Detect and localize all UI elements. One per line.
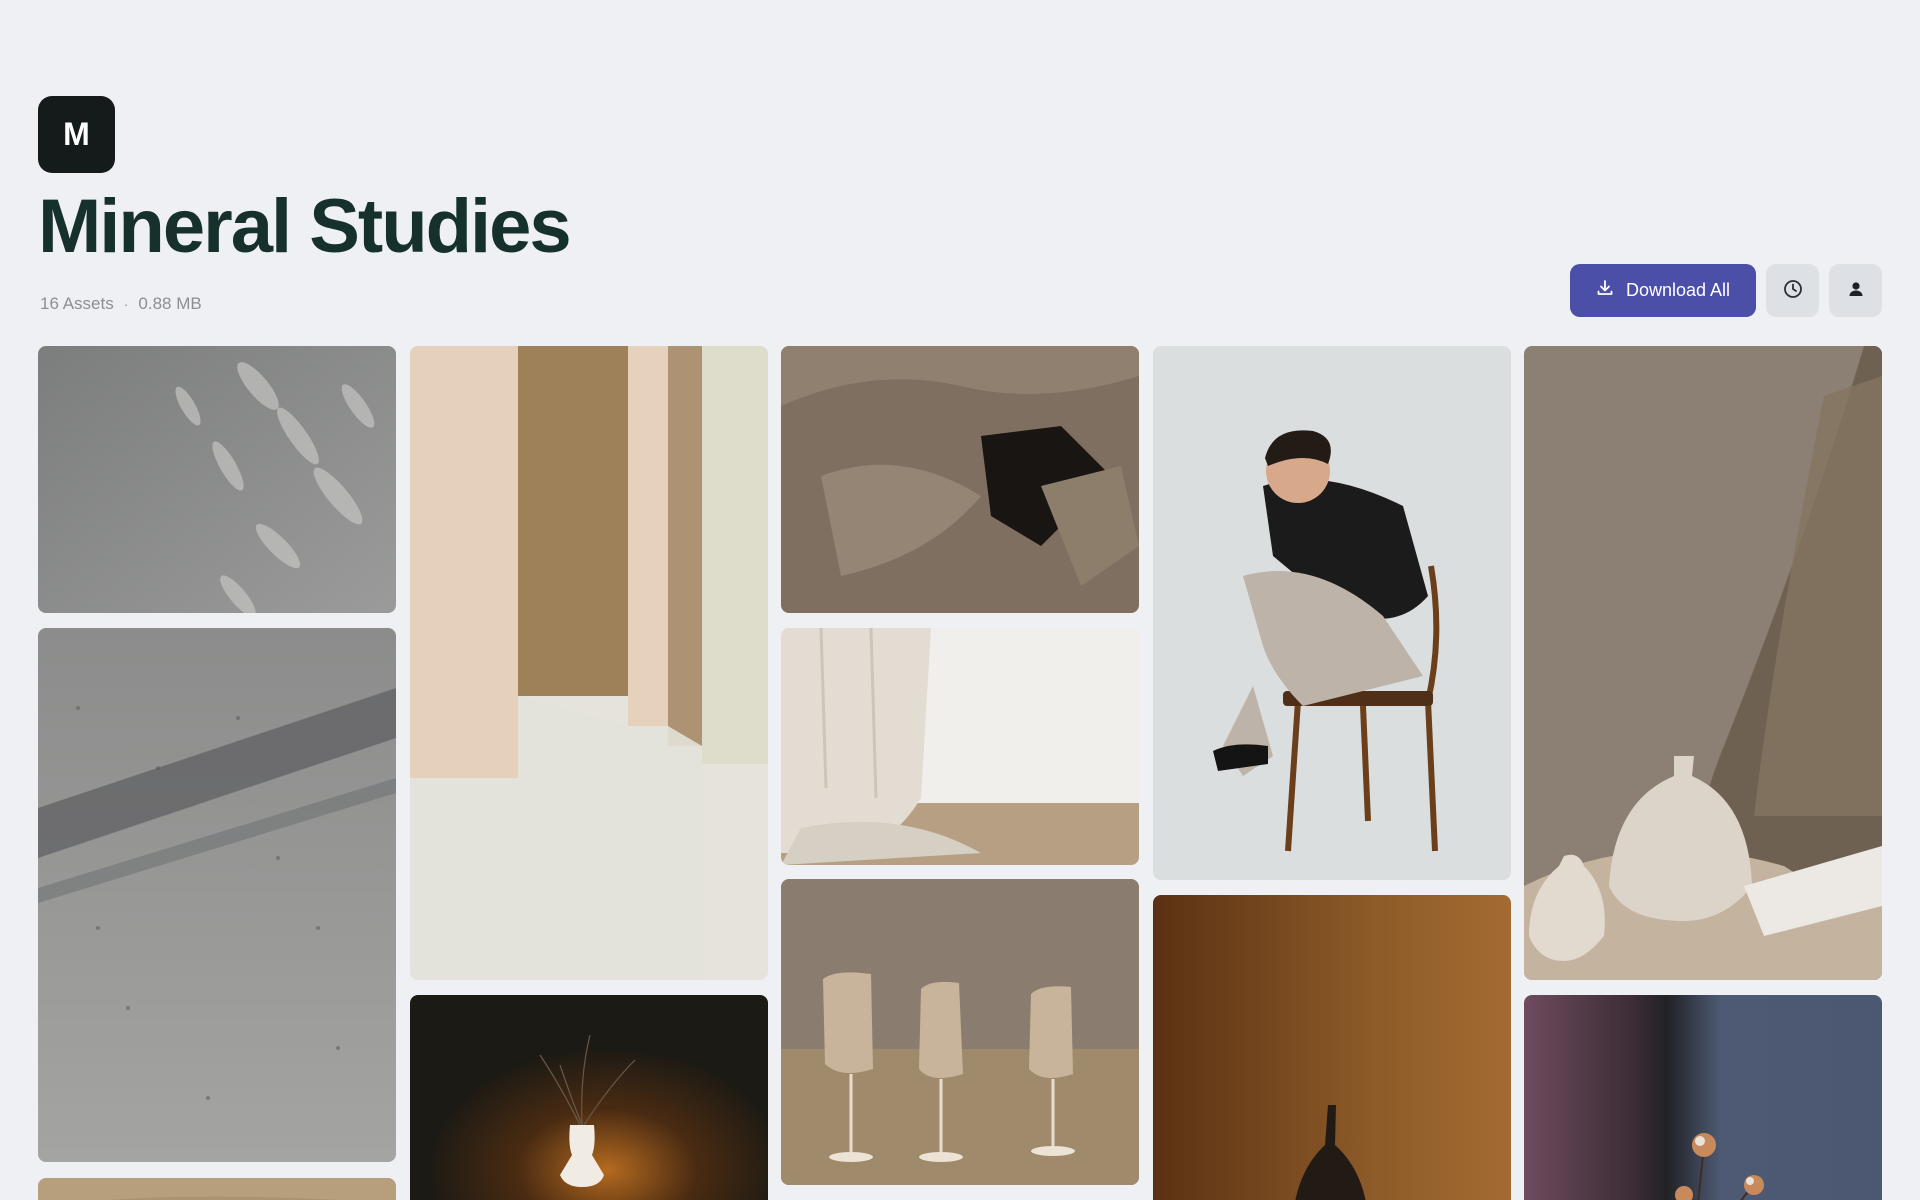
asset-tile[interactable]	[38, 628, 396, 1162]
asset-image-dried-flowers-vase-dark	[410, 995, 768, 1200]
asset-tile[interactable]	[410, 995, 768, 1200]
asset-image-beige-pillars-render	[410, 346, 768, 980]
asset-tile[interactable]	[1524, 346, 1882, 980]
asset-image-tan-fabric-corner	[38, 1178, 396, 1200]
asset-image-cotton-stems-blue	[1524, 995, 1882, 1200]
asset-image-concrete-wall-shadow	[38, 628, 396, 1162]
asset-tile[interactable]	[781, 346, 1139, 613]
asset-image-concrete-leaf-shadows	[38, 346, 396, 613]
asset-image-folded-linen-fabric	[781, 346, 1139, 613]
asset-image-three-chairs-studio	[781, 879, 1139, 1185]
asset-tile[interactable]	[38, 346, 396, 613]
asset-image-dark-vase-amber-wall	[1153, 895, 1511, 1200]
asset-tile[interactable]	[1153, 895, 1511, 1200]
asset-tile[interactable]	[38, 1178, 396, 1200]
asset-tile[interactable]	[781, 879, 1139, 1185]
asset-tile[interactable]	[410, 346, 768, 980]
asset-grid	[0, 0, 1920, 1200]
asset-tile[interactable]	[1524, 995, 1882, 1200]
asset-tile[interactable]	[1153, 346, 1511, 880]
asset-image-sheer-curtain-floor	[781, 628, 1139, 865]
asset-image-vases-with-drapery	[1524, 346, 1882, 980]
asset-tile[interactable]	[781, 628, 1139, 865]
asset-image-man-seated-on-chair	[1153, 346, 1511, 880]
